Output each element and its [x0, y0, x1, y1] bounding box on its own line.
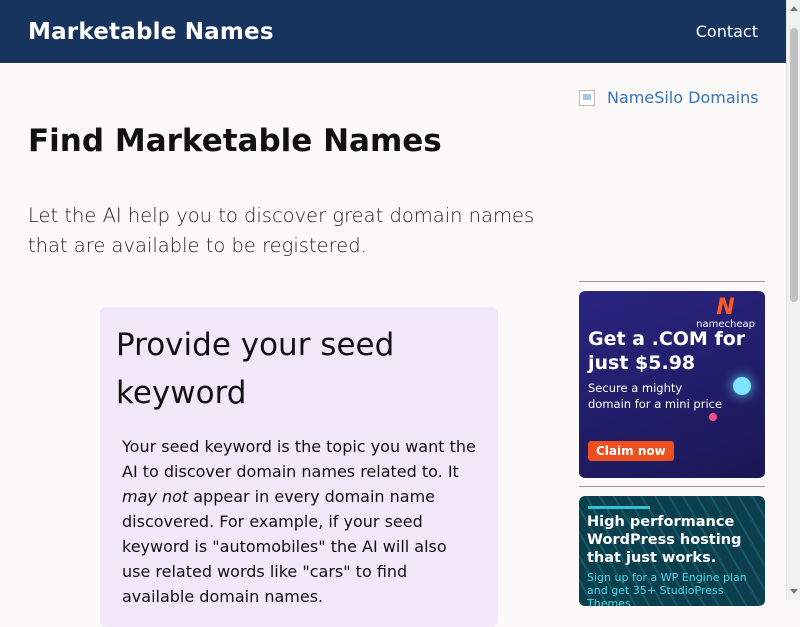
scrollbar-thumb[interactable] — [790, 28, 798, 302]
seed-keyword-card: Provide your seed keyword Your seed keyw… — [100, 307, 498, 627]
namecheap-logo-mark: N — [716, 295, 735, 320]
scroll-up-arrow-icon[interactable] — [790, 6, 798, 11]
card-description: Your seed keyword is the topic you want … — [122, 434, 478, 609]
wpengine-accent-bar — [588, 506, 650, 509]
card-title: Provide your seed keyword — [116, 327, 395, 411]
contact-link[interactable]: Contact — [696, 22, 758, 41]
wpengine-ad[interactable]: High performance WordPress hosting that … — [579, 496, 765, 606]
namecheap-ad-subtext: Secure a mighty domain for a mini price — [588, 381, 723, 411]
lead-text: Let the AI help you to discover great do… — [28, 204, 535, 257]
claim-now-button[interactable]: Claim now — [588, 441, 674, 461]
top-navbar: Marketable Names Contact — [0, 0, 786, 63]
glowing-orb-illustration — [733, 377, 751, 395]
card-description-part1: Your seed keyword is the topic you want … — [122, 437, 476, 481]
card-description-emphasis: may not — [122, 487, 189, 506]
namecheap-ad-headline: Get a .COM for just $5.98 — [588, 328, 746, 374]
namecheap-ad[interactable]: N namecheap Get a .COM for just $5.98 Se… — [579, 291, 765, 478]
broken-image-icon — [579, 89, 595, 106]
wpengine-ad-headline: High performance WordPress hosting that … — [587, 514, 742, 566]
wpengine-ad-subtext: Sign up for a WP Engine plan and get 35+… — [587, 571, 747, 606]
page-title: Find Marketable Names — [28, 123, 442, 159]
namecheap-logo: N namecheap — [696, 297, 755, 331]
sidebar-divider — [579, 281, 765, 282]
sidebar-divider — [579, 486, 765, 487]
namesilo-link[interactable]: NameSilo Domains — [607, 88, 759, 107]
namesilo-banner[interactable]: NameSilo Domains — [579, 88, 759, 107]
pink-dot-illustration — [709, 413, 717, 421]
vertical-scrollbar[interactable] — [786, 0, 800, 600]
scroll-down-arrow-icon[interactable] — [790, 589, 798, 594]
brand-link[interactable]: Marketable Names — [28, 19, 274, 45]
